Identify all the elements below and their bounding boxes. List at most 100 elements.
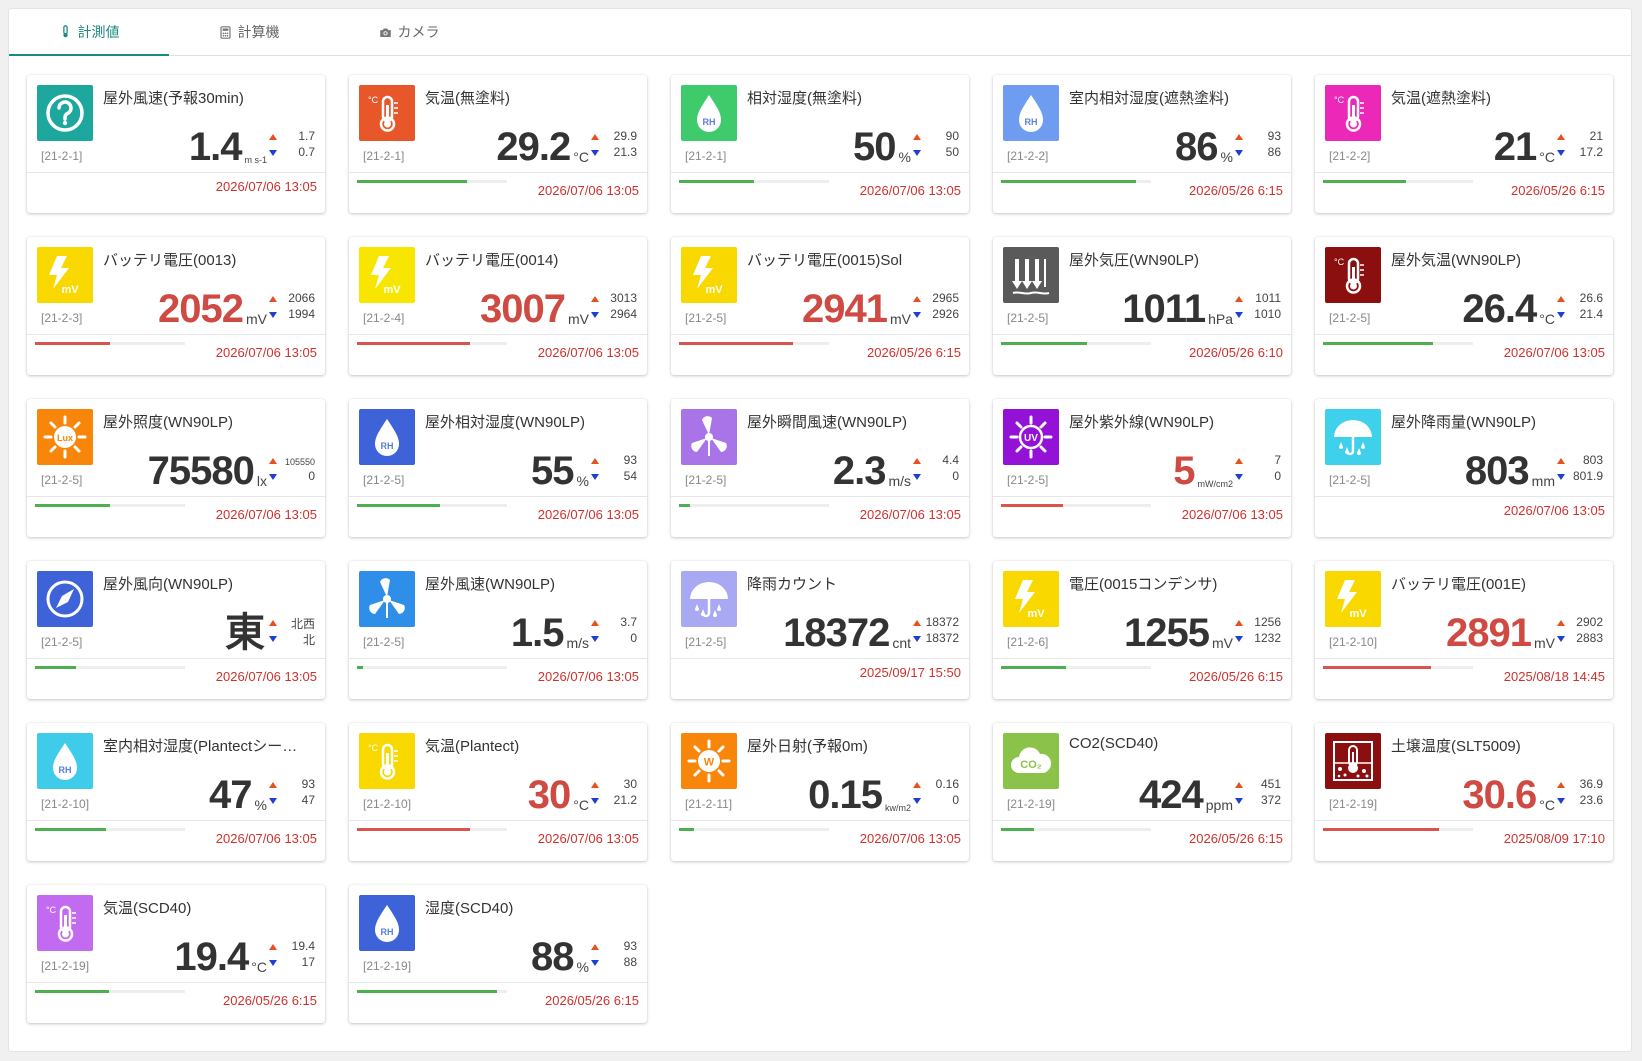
- card-divider: [349, 982, 647, 983]
- sensor-timestamp: 2026/07/06 13:05: [537, 507, 639, 522]
- sensor-unit: m/s: [888, 473, 911, 489]
- min-max-arrows: [269, 942, 279, 978]
- sensor-min: 2883: [1576, 631, 1603, 645]
- sensor-card[interactable]: RH 屋外相対湿度(WN90LP) [21-2-5] 55 % 93 54 20…: [349, 399, 647, 537]
- sensor-card[interactable]: 屋外瞬間風速(WN90LP) [21-2-5] 2.3 m/s 4.4 0 20…: [671, 399, 969, 537]
- up-arrow-icon: [591, 782, 599, 788]
- sensor-min: 17.2: [1579, 145, 1603, 159]
- uv-sun-icon: UV: [1003, 409, 1059, 465]
- tab-camera[interactable]: カメラ: [329, 9, 489, 55]
- level-bar: [35, 504, 185, 507]
- windmill-icon: [359, 571, 415, 627]
- sensor-card[interactable]: °C 屋外気温(WN90LP) [21-2-5] 26.4 °C 26.6 21…: [1315, 237, 1613, 375]
- tab-measurements[interactable]: 計測値: [9, 9, 169, 56]
- level-bar-fill: [35, 828, 106, 831]
- sensor-reading: 30 °C: [528, 769, 589, 817]
- sensor-card[interactable]: °C 気温(Plantect) [21-2-10] 30 °C 30 21.2 …: [349, 723, 647, 861]
- sensor-timestamp: 2025/08/09 17:10: [1503, 831, 1605, 846]
- sensor-card[interactable]: °C 気温(SCD40) [21-2-19] 19.4 °C 19.4 17 2…: [27, 885, 325, 1023]
- sensor-max: 93: [301, 777, 315, 791]
- level-bar-fill: [357, 828, 470, 831]
- sensor-card[interactable]: 屋外風速(予報30min) [21-2-1] 1.4 m s-1 1.7 0.7…: [27, 75, 325, 213]
- level-bar-fill: [679, 828, 694, 831]
- sensor-card[interactable]: 屋外風向(WN90LP) [21-2-5] 東 北西 北 2026/07/06 …: [27, 561, 325, 699]
- sensor-max: 2965: [932, 291, 959, 305]
- level-bar-fill: [1323, 342, 1433, 345]
- down-arrow-icon: [1557, 150, 1565, 156]
- sensor-timestamp: 2026/07/06 13:05: [859, 507, 961, 522]
- sensor-card[interactable]: mV バッテリ電圧(0015)Sol [21-2-5] 2941 mV 2965…: [671, 237, 969, 375]
- up-arrow-icon: [1235, 134, 1243, 140]
- card-divider: [671, 172, 969, 173]
- svg-text:°C: °C: [1334, 95, 1345, 105]
- sensor-card[interactable]: mV バッテリ電圧(0014) [21-2-4] 3007 mV 3013 29…: [349, 237, 647, 375]
- sensor-timestamp: 2026/05/26 6:15: [1189, 831, 1283, 846]
- sensor-max: 2066: [288, 291, 315, 305]
- min-max-arrows: [1557, 132, 1567, 168]
- sensor-card[interactable]: UV 屋外紫外線(WN90LP) [21-2-5] 5 mW/cm2 7 0 2…: [993, 399, 1291, 537]
- sensor-value: 30: [527, 773, 571, 817]
- sensor-card[interactable]: RH 室内相対湿度(Plantectシー… [21-2-10] 47 % 93 …: [27, 723, 325, 861]
- sensor-title: 屋外紫外線(WN90LP): [1069, 414, 1215, 431]
- up-arrow-icon: [1235, 782, 1243, 788]
- sensor-card[interactable]: mV バッテリ電圧(001E) [21-2-10] 2891 mV 2902 2…: [1315, 561, 1613, 699]
- down-arrow-icon: [1235, 150, 1243, 156]
- sensor-timestamp: 2026/07/06 13:05: [537, 183, 639, 198]
- tab-calculator[interactable]: 計算機: [169, 9, 329, 55]
- level-bar-fill: [1001, 828, 1034, 831]
- min-max-arrows: [1557, 294, 1567, 330]
- sensor-card[interactable]: 降雨カウント [21-2-5] 18372 cnt 18372 18372 20…: [671, 561, 969, 699]
- sensor-card[interactable]: 屋外気圧(WN90LP) [21-2-5] 1011 hPa 1011 1010…: [993, 237, 1291, 375]
- level-bar-fill: [1001, 666, 1066, 669]
- level-bar: [1323, 342, 1473, 345]
- sensor-timestamp: 2026/07/06 13:05: [215, 831, 317, 846]
- sensor-card[interactable]: °C 気温(遮熱塗料) [21-2-2] 21 °C 21 17.2 2026/…: [1315, 75, 1613, 213]
- sensor-card[interactable]: mV 電圧(0015コンデンサ) [21-2-6] 1255 mV 1256 1…: [993, 561, 1291, 699]
- sensor-card[interactable]: W 屋外日射(予報0m) [21-2-11] 0.15 kw/m2 0.16 0…: [671, 723, 969, 861]
- sensor-timestamp: 2026/07/06 13:05: [859, 831, 961, 846]
- sensor-timestamp: 2026/05/26 6:15: [867, 345, 961, 360]
- sensor-card[interactable]: RH 相対湿度(無塗料) [21-2-1] 50 % 90 50 2026/07…: [671, 75, 969, 213]
- min-max-arrows: [1235, 132, 1245, 168]
- sensor-card[interactable]: °C 気温(無塗料) [21-2-1] 29.2 °C 29.9 21.3 20…: [349, 75, 647, 213]
- tab-bar: 計測値 計算機 カメラ: [9, 9, 1631, 56]
- min-max-arrows: [269, 618, 279, 654]
- card-divider: [27, 172, 325, 173]
- down-arrow-icon: [1557, 312, 1565, 318]
- sensor-max: 1256: [1254, 615, 1281, 629]
- sensor-card[interactable]: CO₂ CO2(SCD40) [21-2-19] 424 ppm 451 372…: [993, 723, 1291, 861]
- tab-label: 計算機: [237, 24, 280, 40]
- sensor-card[interactable]: mV バッテリ電圧(0013) [21-2-3] 2052 mV 2066 19…: [27, 237, 325, 375]
- sensor-card[interactable]: 土壌温度(SLT5009) [21-2-19] 30.6 °C 36.9 23.…: [1315, 723, 1613, 861]
- sensor-card[interactable]: 屋外降雨量(WN90LP) [21-2-5] 803 mm 803 801.9 …: [1315, 399, 1613, 537]
- sensor-card[interactable]: 屋外風速(WN90LP) [21-2-5] 1.5 m/s 3.7 0 2026…: [349, 561, 647, 699]
- sensor-card[interactable]: RH 室内相対湿度(遮熱塗料) [21-2-2] 86 % 93 86 2026…: [993, 75, 1291, 213]
- sensor-location: [21-2-5]: [685, 311, 727, 325]
- svg-text:mV: mV: [383, 284, 401, 296]
- down-arrow-icon: [591, 798, 599, 804]
- sensor-card[interactable]: RH 湿度(SCD40) [21-2-19] 88 % 93 88 2026/0…: [349, 885, 647, 1023]
- sensor-title: 屋外気圧(WN90LP): [1069, 252, 1200, 269]
- down-arrow-icon: [591, 474, 599, 480]
- sensor-max: 21: [1589, 129, 1603, 143]
- card-divider: [27, 658, 325, 659]
- up-arrow-icon: [913, 620, 921, 626]
- down-arrow-icon: [591, 960, 599, 966]
- sensor-max: 3.7: [620, 615, 637, 629]
- thermometer-icon: [59, 25, 72, 38]
- sensor-value: 18372: [783, 611, 890, 655]
- sensor-max: 1011: [1255, 291, 1281, 305]
- solar-w-icon: W: [681, 733, 737, 789]
- card-divider: [1315, 820, 1613, 821]
- sensor-card[interactable]: Lux 屋外照度(WN90LP) [21-2-5] 75580 lx 10555…: [27, 399, 325, 537]
- card-divider: [349, 658, 647, 659]
- up-arrow-icon: [1557, 134, 1565, 140]
- svg-text:mV: mV: [705, 284, 723, 296]
- sensor-unit: mV: [1534, 635, 1555, 651]
- battery-voltage-icon: mV: [37, 247, 93, 303]
- sensor-max: 3013: [610, 291, 637, 305]
- up-arrow-icon: [913, 134, 921, 140]
- min-max-arrows: [1557, 618, 1567, 654]
- sensor-max: 18372: [925, 615, 959, 629]
- level-bar: [357, 666, 507, 669]
